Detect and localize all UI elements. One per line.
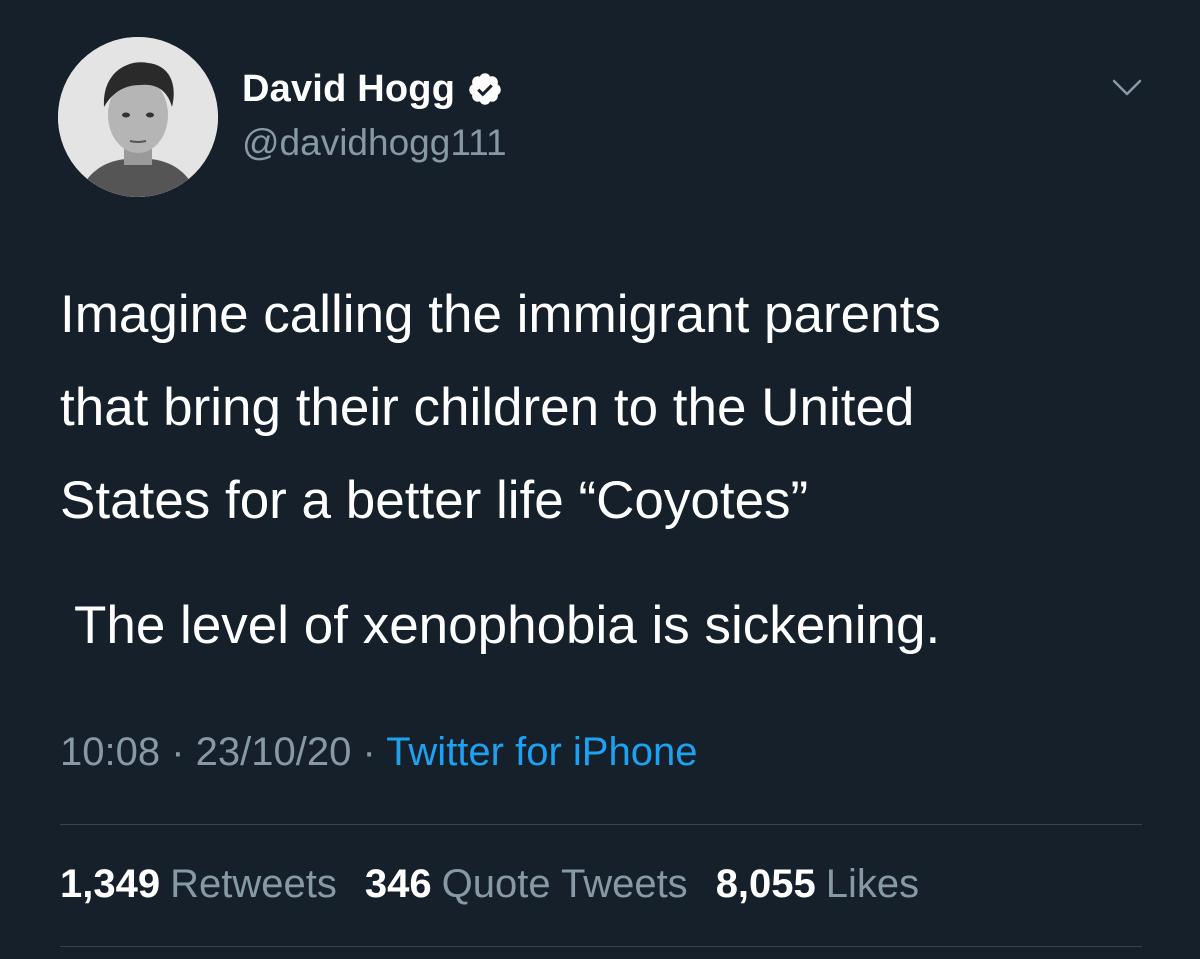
- divider: [60, 824, 1142, 825]
- tweet-date[interactable]: 23/10/20: [196, 730, 352, 774]
- tweet-source-link[interactable]: Twitter for iPhone: [386, 730, 697, 774]
- quote-tweets-stat[interactable]: 346 Quote Tweets: [365, 862, 688, 907]
- retweets-label: Retweets: [170, 862, 337, 906]
- likes-label: Likes: [825, 862, 920, 906]
- meta-separator: ·: [160, 730, 196, 774]
- author-handle[interactable]: @davidhogg111: [242, 122, 507, 164]
- tweet-meta: 10:08 · 23/10/20 · Twitter for iPhone: [60, 730, 697, 775]
- tweet-text-line: that bring their children to the United: [60, 378, 915, 437]
- tweet-text-line: The level of xenophobia is sickening.: [74, 596, 941, 655]
- tweet-card: David Hogg @davidhogg111 Imagine calling…: [0, 0, 1200, 959]
- retweets-count: 1,349: [60, 862, 161, 906]
- profile-photo: [58, 37, 218, 197]
- tweet-text-line: Imagine calling the immigrant parents: [60, 285, 941, 344]
- tweet-stats: 1,349 Retweets 346 Quote Tweets 8,055 Likes: [60, 862, 919, 907]
- verified-badge-icon: [467, 71, 503, 107]
- quote-tweets-label: Quote Tweets: [441, 862, 688, 906]
- tweet-text-line: States for a better life “Coyotes”: [60, 471, 809, 530]
- likes-stat[interactable]: 8,055 Likes: [716, 862, 920, 907]
- author-display-name[interactable]: David Hogg: [242, 68, 455, 111]
- quote-tweets-count: 346: [364, 862, 432, 906]
- divider: [60, 946, 1142, 947]
- retweets-stat[interactable]: 1,349 Retweets: [60, 862, 337, 907]
- author-name-row[interactable]: David Hogg: [242, 66, 503, 112]
- meta-separator: ·: [351, 730, 387, 774]
- chevron-down-icon[interactable]: [1112, 78, 1142, 98]
- tweet-text: Imagine calling the immigrant parents th…: [60, 268, 1150, 672]
- tweet-time[interactable]: 10:08: [60, 730, 160, 774]
- avatar[interactable]: [58, 37, 218, 197]
- likes-count: 8,055: [715, 862, 816, 906]
